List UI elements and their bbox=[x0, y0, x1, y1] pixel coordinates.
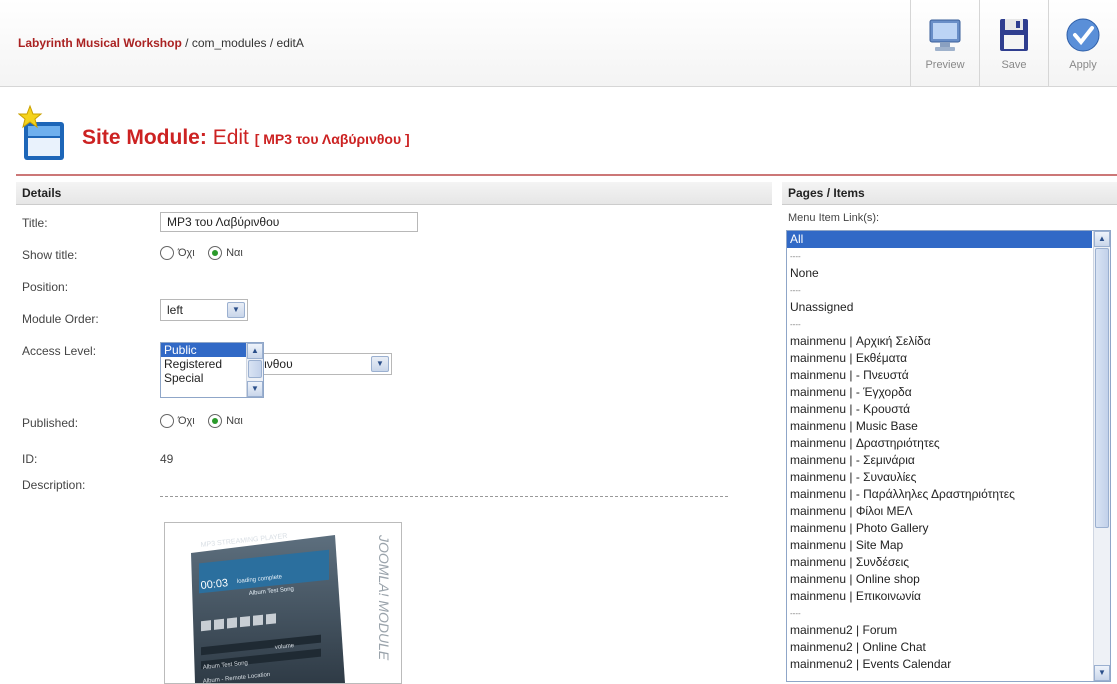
published-label: Published: bbox=[22, 416, 79, 430]
title-input[interactable]: MP3 του Λαβύρινθου bbox=[160, 212, 418, 232]
menu-item-option[interactable]: mainmenu2 | Forum bbox=[787, 622, 1092, 639]
radio-no-label: Όχι bbox=[178, 415, 195, 427]
menu-item-option[interactable]: mainmenu2 | Online Chat bbox=[787, 639, 1092, 656]
chevron-down-icon[interactable]: ▼ bbox=[371, 356, 389, 372]
show-title-yes-radio[interactable]: Ναι bbox=[208, 246, 243, 260]
radio-yes-label: Ναι bbox=[226, 247, 243, 259]
details-panel: Details Title: MP3 του Λαβύρινθου Show t… bbox=[16, 182, 772, 684]
menu-item-option[interactable]: All bbox=[787, 231, 1092, 248]
player-side-text: JOOMLA! MODULE bbox=[376, 534, 392, 661]
scroll-thumb[interactable] bbox=[248, 360, 262, 378]
published-yes-radio[interactable]: Ναι bbox=[208, 414, 243, 428]
page-title: Site Module: Edit [ MP3 του Λαβύρινθου ] bbox=[82, 126, 410, 150]
page-title-action: Edit bbox=[212, 126, 249, 149]
heading-divider bbox=[16, 174, 1117, 176]
breadcrumb: Labyrinth Musical Workshop / com_modules… bbox=[18, 36, 304, 50]
page-heading: Site Module: Edit [ MP3 του Λαβύρινθου ] bbox=[18, 104, 1117, 166]
menu-item-option[interactable]: mainmenu | Φίλοι ΜΕΛ bbox=[787, 503, 1092, 520]
menu-item-option[interactable]: ---- bbox=[787, 282, 1092, 299]
menu-item-option[interactable]: mainmenu | - Συναυλίες bbox=[787, 469, 1092, 486]
preview-label: Preview bbox=[925, 59, 965, 71]
breadcrumb-path: / com_modules / editA bbox=[181, 36, 304, 50]
menu-item-option[interactable]: mainmenu | Site Map bbox=[787, 537, 1092, 554]
show-title-radio-group: Όχι Ναι bbox=[160, 246, 253, 263]
access-scrollbar[interactable]: ▲ ▼ bbox=[246, 343, 263, 397]
floppy-disk-icon bbox=[1000, 19, 1028, 51]
menu-items-list: All ---- None ---- Unassigned ---- mainmenu | … bbox=[787, 231, 1110, 673]
radio-no-label: Όχι bbox=[178, 247, 195, 259]
id-label: ID: bbox=[22, 452, 38, 466]
menu-item-option[interactable]: mainmenu | Εκθέματα bbox=[787, 350, 1092, 367]
published-no-radio[interactable]: Όχι bbox=[160, 414, 195, 428]
module-box-icon bbox=[18, 104, 64, 160]
menu-item-option[interactable]: mainmenu | - Κρουστά bbox=[787, 401, 1092, 418]
scroll-up-icon[interactable]: ▲ bbox=[247, 343, 263, 359]
checkmark-icon bbox=[1066, 18, 1100, 52]
menu-items-scrollbar[interactable]: ▲ ▼ bbox=[1093, 231, 1110, 681]
access-level-label: Access Level: bbox=[22, 344, 97, 358]
menu-item-option[interactable]: mainmenu | Συνδέσεις bbox=[787, 554, 1092, 571]
chevron-down-icon[interactable]: ▼ bbox=[227, 302, 245, 318]
published-radio-group: Όχι Ναι bbox=[160, 414, 253, 431]
menu-item-links-label: Menu Item Link(s): bbox=[788, 212, 880, 224]
apply-label: Apply bbox=[1069, 59, 1097, 71]
preview-button[interactable]: Preview bbox=[910, 0, 979, 86]
show-title-label: Show title: bbox=[22, 248, 78, 262]
monitor-icon bbox=[929, 19, 961, 51]
menu-item-option[interactable]: ---- bbox=[787, 248, 1092, 265]
position-value: left bbox=[167, 303, 184, 317]
menu-item-option[interactable]: mainmenu | Δραστηριότητες bbox=[787, 435, 1092, 452]
menu-item-option[interactable]: mainmenu | - Σεμινάρια bbox=[787, 452, 1092, 469]
menu-item-option[interactable]: ---- bbox=[787, 316, 1092, 333]
menu-item-option[interactable]: mainmenu | - Παράλληλες Δραστηριότητες bbox=[787, 486, 1092, 503]
toolbar: Preview Save Apply bbox=[910, 0, 1117, 86]
page-title-module-name: [ MP3 του Λαβύρινθου ] bbox=[254, 131, 410, 147]
menu-item-option[interactable]: mainmenu | Online shop bbox=[787, 571, 1092, 588]
menu-item-option[interactable]: mainmenu2 | Events Calendar bbox=[787, 656, 1092, 673]
apply-button[interactable]: Apply bbox=[1048, 0, 1117, 86]
show-title-no-radio[interactable]: Όχι bbox=[160, 246, 195, 260]
save-button[interactable]: Save bbox=[979, 0, 1048, 86]
scroll-up-icon[interactable]: ▲ bbox=[1094, 231, 1110, 247]
menu-item-option[interactable]: mainmenu | Music Base bbox=[787, 418, 1092, 435]
access-level-listbox[interactable]: Public Registered Special ▲ ▼ bbox=[160, 342, 264, 398]
menu-item-option[interactable]: mainmenu | Photo Gallery bbox=[787, 520, 1092, 537]
breadcrumb-site-link[interactable]: Labyrinth Musical Workshop bbox=[18, 36, 182, 50]
menu-item-option[interactable]: None bbox=[787, 265, 1092, 282]
menu-items-listbox[interactable]: All ---- None ---- Unassigned ---- mainmenu | … bbox=[786, 230, 1111, 682]
menu-item-option[interactable]: mainmenu | - Έγχορδα bbox=[787, 384, 1092, 401]
mp3-player-image: MP3 STREAMING PLAYER 00:03 loading compl… bbox=[191, 533, 392, 683]
menu-item-option[interactable]: mainmenu | Επικοινωνία bbox=[787, 588, 1092, 605]
scroll-down-icon[interactable]: ▼ bbox=[247, 381, 263, 397]
pages-panel: Pages / Items Menu Item Link(s): All ----… bbox=[782, 182, 1117, 682]
position-label: Position: bbox=[22, 280, 69, 294]
page-title-main: Site Module: bbox=[82, 126, 207, 149]
radio-yes-label: Ναι bbox=[226, 415, 243, 427]
position-select[interactable]: left ▼ bbox=[160, 299, 248, 321]
pages-header: Pages / Items bbox=[782, 182, 1117, 205]
scroll-down-icon[interactable]: ▼ bbox=[1094, 665, 1110, 681]
scroll-thumb[interactable] bbox=[1095, 248, 1109, 528]
save-label: Save bbox=[1001, 59, 1027, 71]
description-divider bbox=[160, 496, 728, 497]
top-bar: Labyrinth Musical Workshop / com_modules… bbox=[0, 0, 1117, 87]
menu-item-option[interactable]: mainmenu | Αρχική Σελίδα bbox=[787, 333, 1092, 350]
menu-item-option[interactable]: mainmenu | - Πνευστά bbox=[787, 367, 1092, 384]
module-order-label: Module Order: bbox=[22, 312, 99, 326]
menu-item-option[interactable]: Unassigned bbox=[787, 299, 1092, 316]
id-value: 49 bbox=[160, 452, 174, 466]
details-header: Details bbox=[16, 182, 772, 205]
description-label: Description: bbox=[22, 478, 86, 492]
menu-item-option[interactable]: ---- bbox=[787, 605, 1092, 622]
title-label: Title: bbox=[22, 216, 48, 230]
module-preview-image: MP3 STREAMING PLAYER 00:03 loading compl… bbox=[164, 522, 402, 684]
